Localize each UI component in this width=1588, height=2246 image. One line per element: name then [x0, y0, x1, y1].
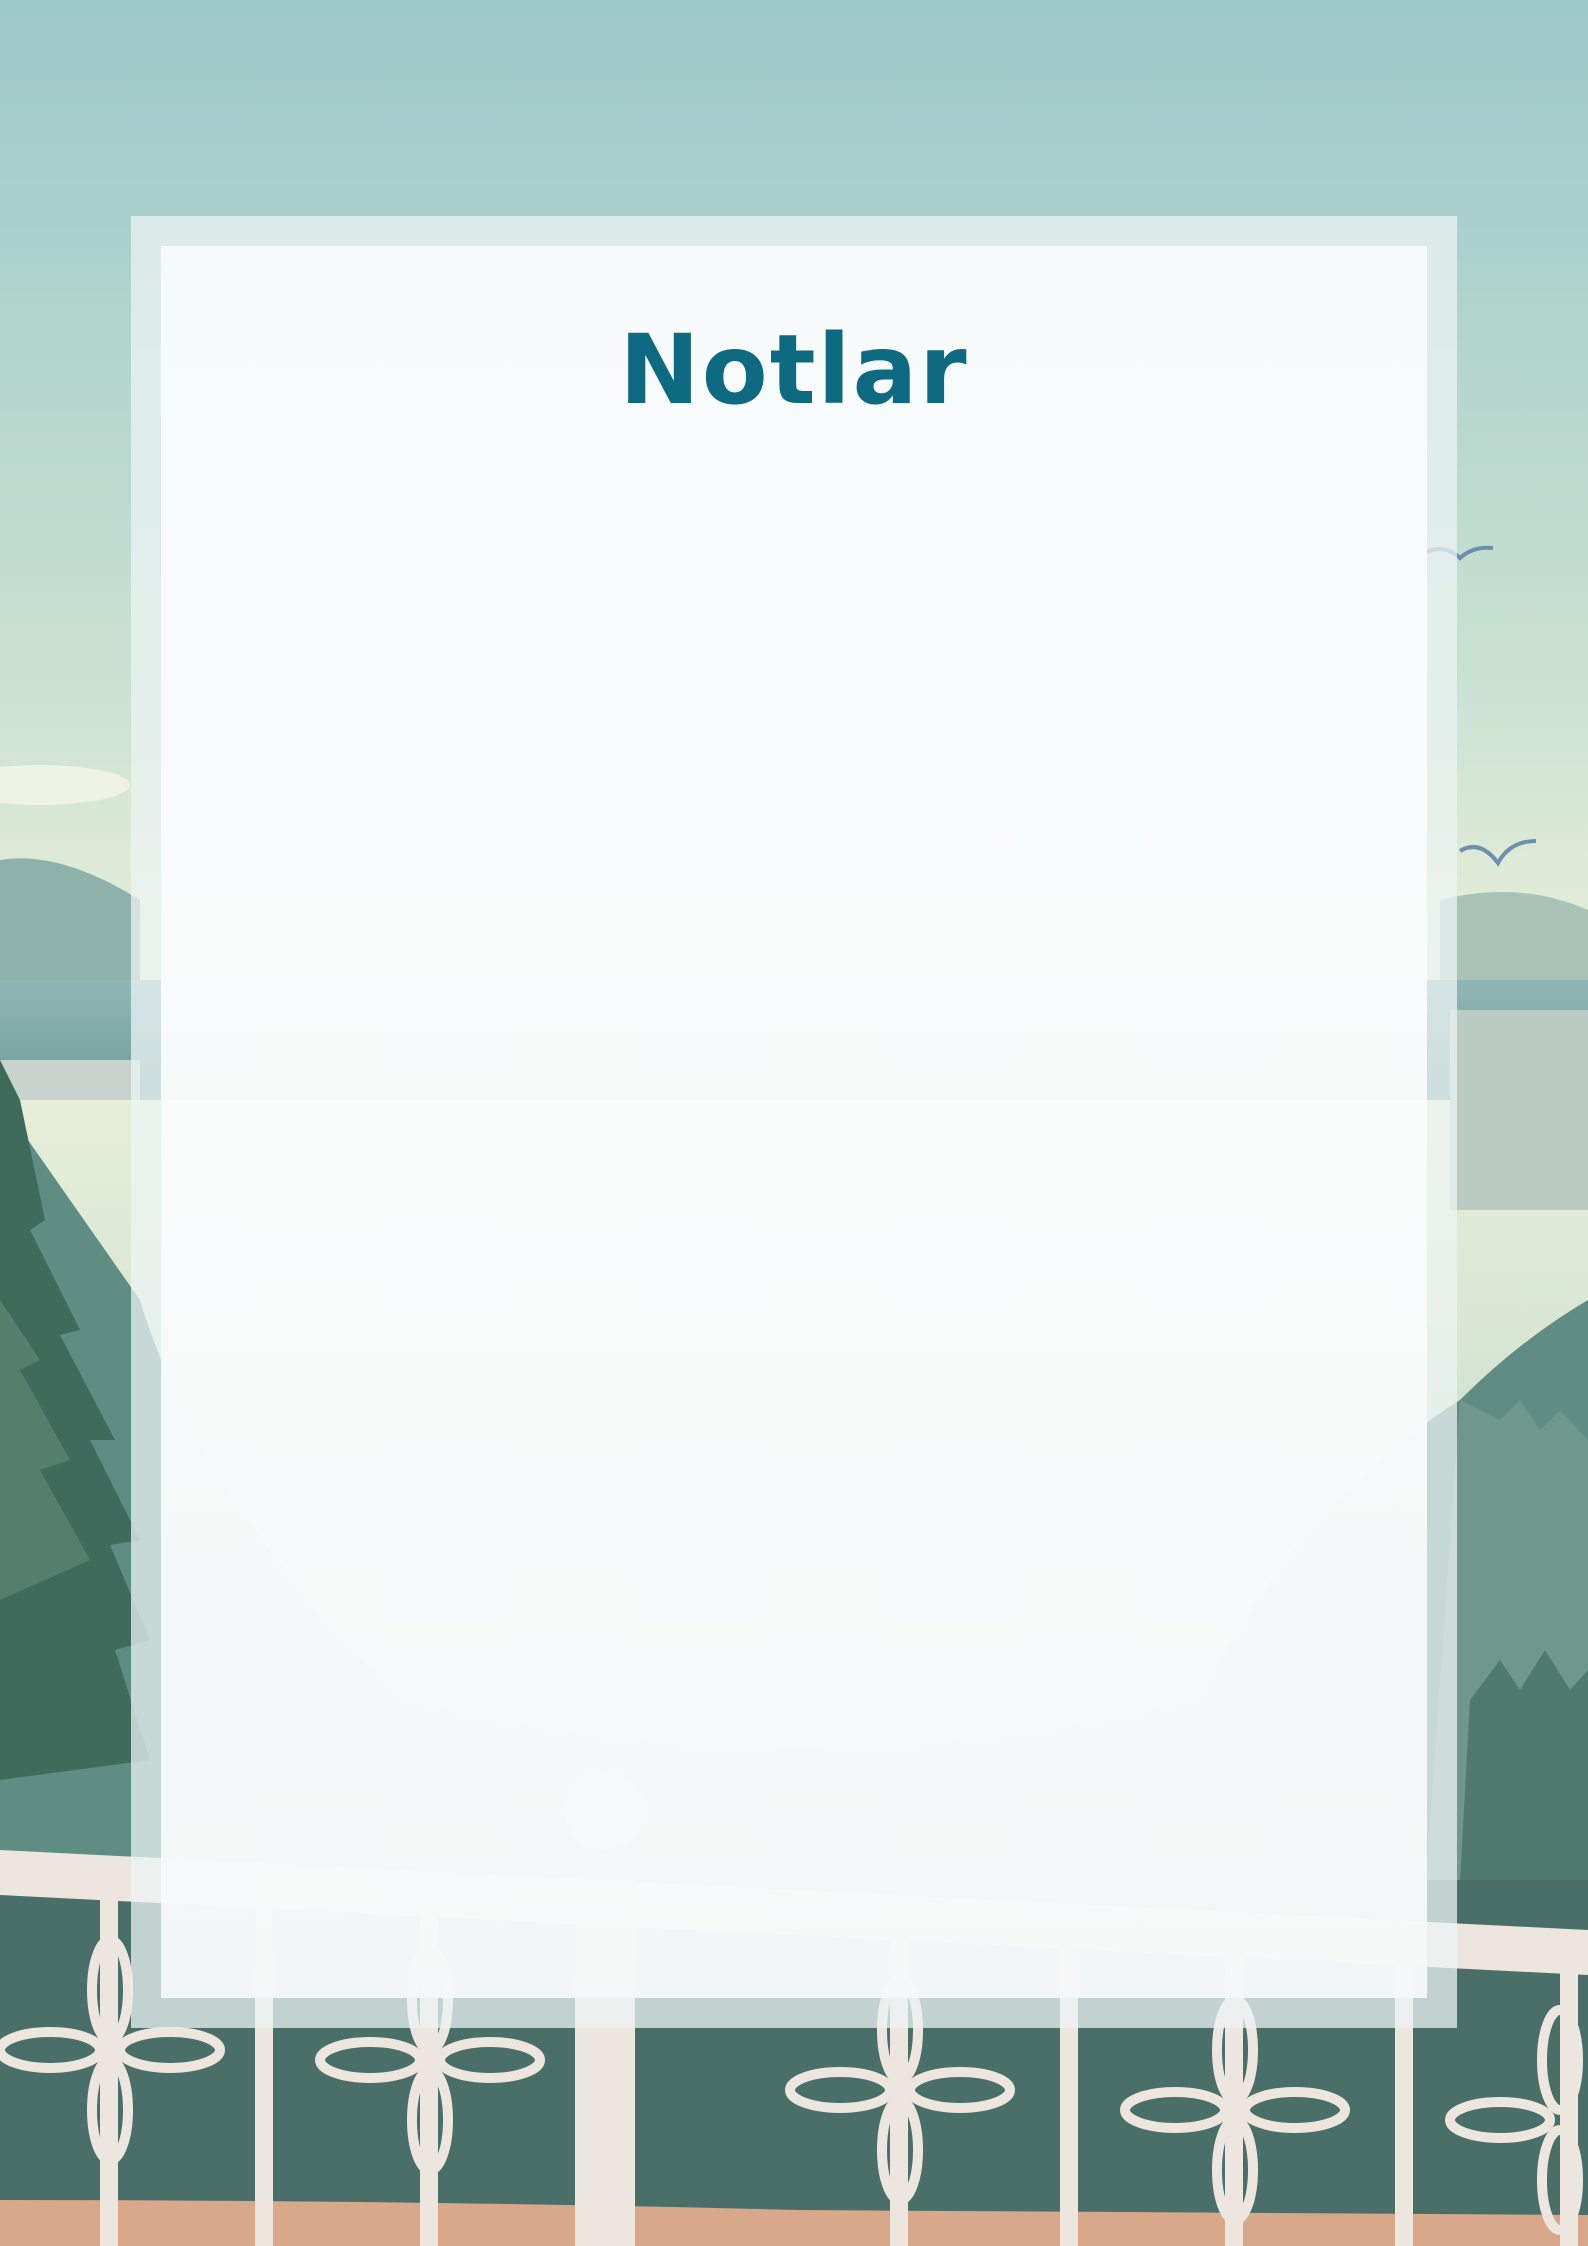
notes-page: Notlar	[0, 0, 1588, 2246]
page-title: Notlar	[619, 314, 969, 426]
note-writing-area	[161, 246, 1427, 1998]
bird-icon	[1458, 839, 1537, 867]
